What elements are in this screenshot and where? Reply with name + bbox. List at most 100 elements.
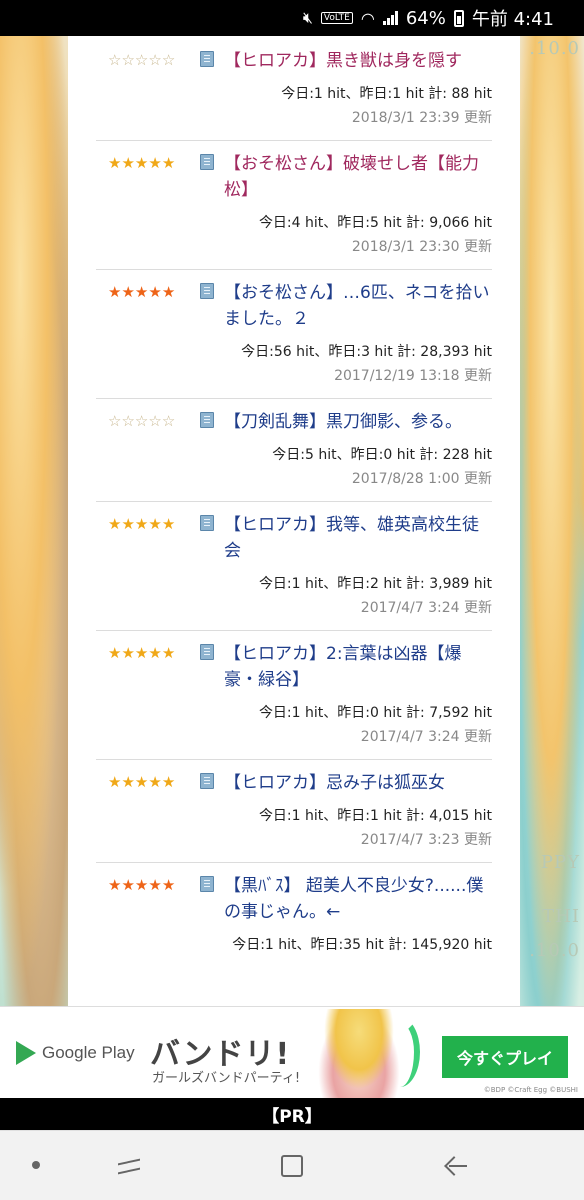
novel-title-link[interactable]: 【ヒロアカ】黒き獣は身を隠す	[224, 48, 492, 74]
novel-entry: ☆ ☆ ☆ ☆ ☆ 【ヒロアカ】黒き獣は身を隠す今日:1 hit、昨日:1 hit 計: …	[96, 36, 492, 141]
star-icon: ★	[134, 644, 149, 662]
star-icon: ★	[161, 283, 176, 301]
star-icon: ★	[134, 773, 149, 791]
signal-icon	[382, 11, 398, 25]
star-icon: ★	[121, 876, 135, 894]
book-icon	[200, 515, 214, 531]
rating-stars: ☆ ☆ ☆ ☆ ☆	[108, 48, 186, 68]
status-bar: 🔇︎ VoLTE ◠ 64% 午前 4:41	[0, 0, 584, 36]
rating-stars: ★ ★ ★ ★ ★	[108, 770, 186, 790]
star-icon: ☆	[121, 51, 135, 69]
hit-count: 今日:4 hit、昨日:5 hit 計: 9,066 hit	[258, 215, 492, 231]
novel-title-link[interactable]: 【ヒロアカ】我等、雄英高校生徒会	[224, 512, 492, 564]
star-icon: ★	[161, 515, 176, 533]
novel-title-link[interactable]: 【刀剣乱舞】黒刀御影、参る。	[224, 409, 492, 435]
novel-entry-header: ★ ★ ★ ★ ★ 【黒ﾊﾞｽ】 超美人不良少女?......僕の事じゃん。←	[96, 873, 492, 925]
wallpaper-left-art	[0, 36, 68, 1006]
star-icon: ☆	[134, 412, 149, 430]
hit-count: 今日:1 hit、昨日:2 hit 計: 3,989 hit	[258, 576, 492, 592]
wallpaper-text: .10.0	[529, 940, 580, 961]
book-icon	[200, 283, 214, 299]
recent-apps-icon[interactable]	[118, 1155, 140, 1177]
star-icon: ★	[148, 283, 162, 301]
book-icon	[200, 51, 214, 67]
book-icon	[200, 773, 214, 789]
star-icon: ★	[148, 154, 162, 172]
novel-entry-header: ★ ★ ★ ★ ★ 【ヒロアカ】2:言葉は凶器【爆豪・緑谷】	[96, 641, 492, 693]
star-icon: ☆	[148, 51, 162, 69]
star-icon: ★	[134, 154, 149, 172]
novel-entry: ★ ★ ★ ★ ★ 【ヒロアカ】2:言葉は凶器【爆豪・緑谷】 今日:1 hit、昨日:0 h…	[96, 631, 492, 760]
star-icon: ★	[148, 515, 162, 533]
novel-entry-header: ★ ★ ★ ★ ★ 【おそ松さん】…6匹、ネコを拾いました。２	[96, 280, 492, 332]
battery-icon	[453, 9, 464, 27]
star-icon: ☆	[148, 412, 162, 430]
novel-title-link[interactable]: 【黒ﾊﾞｽ】 超美人不良少女?......僕の事じゃん。←	[224, 873, 492, 925]
updated-date: 2018/3/1 23:39 更新	[351, 110, 492, 126]
star-icon: ★	[121, 773, 135, 791]
novel-entry: ☆ ☆ ☆ ☆ ☆ 【刀剣乱舞】黒刀御影、参る。今日:5 hit、昨日:0 hit 計: …	[96, 399, 492, 502]
star-icon: ★	[161, 154, 176, 172]
battery-percentage: 64%	[405, 7, 446, 29]
novel-entry: ★ ★ ★ ★ ★ 【ヒロアカ】我等、雄英高校生徒会 今日:1 hit、昨日:2 hit 計…	[96, 502, 492, 631]
clock: 午前 4:41	[471, 9, 554, 30]
back-icon[interactable]	[445, 1155, 467, 1177]
nav-dot-icon[interactable]	[32, 1161, 40, 1169]
ad-decoration	[380, 1017, 420, 1087]
star-icon: ★	[148, 773, 162, 791]
star-icon: ☆	[121, 412, 135, 430]
novel-list: ☆ ☆ ☆ ☆ ☆ 【ヒロアカ】黒き獣は身を隠す 今日:1 hit、昨日:1 hit 計: …	[68, 36, 520, 1006]
star-icon: ★	[108, 515, 122, 533]
system-navigation-bar	[0, 1130, 584, 1200]
novel-entry-header: ☆ ☆ ☆ ☆ ☆ 【刀剣乱舞】黒刀御影、参る。	[96, 409, 492, 435]
wallpaper-text: THI	[542, 906, 580, 927]
updated-date: 2017/8/28 1:00 更新	[351, 471, 492, 487]
hit-count: 今日:5 hit、昨日:0 hit 計: 228 hit	[272, 447, 492, 463]
book-icon	[200, 876, 214, 892]
star-icon: ☆	[134, 51, 149, 69]
hit-count: 今日:1 hit、昨日:1 hit 計: 4,015 hit	[258, 808, 492, 824]
play-now-button[interactable]: 今すぐプレイ	[442, 1036, 568, 1078]
ad-banner[interactable]: Google Play バンドリ! ガールズバンドパーティ! 今すぐプレイ ©B…	[0, 1006, 584, 1099]
star-icon: ★	[121, 644, 135, 662]
novel-entry: ★ ★ ★ ★ ★ 【おそ松さん】破壊せし者【能力松】 今日:4 hit、昨日:5 hit …	[96, 141, 492, 270]
star-icon: ★	[108, 644, 122, 662]
novel-title-link[interactable]: 【おそ松さん】…6匹、ネコを拾いました。２	[224, 280, 492, 332]
star-icon: ★	[148, 644, 162, 662]
home-icon[interactable]	[281, 1155, 303, 1177]
book-icon	[200, 644, 214, 660]
volte-icon: VoLTE	[320, 12, 353, 24]
novel-entry-header: ★ ★ ★ ★ ★ 【ヒロアカ】忌み子は狐巫女	[96, 770, 492, 796]
wallpaper-right-art: .10.0 PPY THI .10.0	[518, 36, 584, 1006]
star-icon: ☆	[108, 412, 122, 430]
google-play-icon	[16, 1041, 36, 1065]
ad-copyright: ©BDP ©Craft Egg ©BUSHI	[483, 1086, 578, 1094]
star-icon: ★	[161, 876, 176, 894]
star-icon: ☆	[161, 51, 176, 69]
star-icon: ★	[148, 876, 162, 894]
mute-icon: 🔇︎	[302, 8, 313, 27]
rating-stars: ☆ ☆ ☆ ☆ ☆	[108, 409, 186, 429]
hit-count: 今日:1 hit、昨日:0 hit 計: 7,592 hit	[258, 705, 492, 721]
star-icon: ★	[134, 283, 149, 301]
star-icon: ★	[108, 154, 122, 172]
star-icon: ★	[121, 154, 135, 172]
novel-entry: ★ ★ ★ ★ ★ 【ヒロアカ】忌み子は狐巫女 今日:1 hit、昨日:1 hit 計: 4…	[96, 760, 492, 863]
rating-stars: ★ ★ ★ ★ ★	[108, 151, 186, 171]
ad-subtitle: ガールズバンドパーティ!	[152, 1071, 301, 1086]
star-icon: ★	[108, 773, 122, 791]
hit-count: 今日:1 hit、昨日:1 hit 計: 88 hit	[281, 86, 492, 102]
novel-entry-header: ★ ★ ★ ★ ★ 【おそ松さん】破壊せし者【能力松】	[96, 151, 492, 203]
novel-title-link[interactable]: 【ヒロアカ】忌み子は狐巫女	[224, 770, 492, 796]
star-icon: ★	[134, 876, 149, 894]
novel-entry-header: ★ ★ ★ ★ ★ 【ヒロアカ】我等、雄英高校生徒会	[96, 512, 492, 564]
hit-count: 今日:56 hit、昨日:3 hit 計: 28,393 hit	[241, 344, 492, 360]
star-icon: ★	[161, 773, 176, 791]
star-icon: ★	[108, 876, 122, 894]
updated-date: 2017/4/7 3:24 更新	[360, 729, 492, 745]
novel-title-link[interactable]: 【おそ松さん】破壊せし者【能力松】	[224, 151, 492, 203]
rating-stars: ★ ★ ★ ★ ★	[108, 280, 186, 300]
star-icon: ★	[134, 515, 149, 533]
novel-entry-header: ☆ ☆ ☆ ☆ ☆ 【ヒロアカ】黒き獣は身を隠す	[96, 48, 492, 74]
novel-title-link[interactable]: 【ヒロアカ】2:言葉は凶器【爆豪・緑谷】	[224, 641, 492, 693]
